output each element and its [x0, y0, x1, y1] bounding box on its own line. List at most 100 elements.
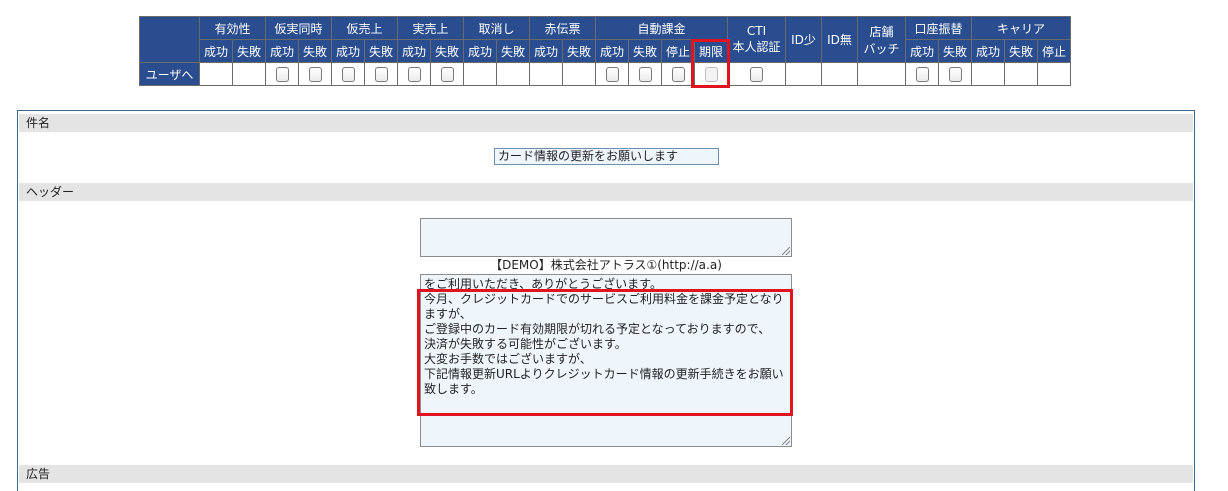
matrix-cell[interactable] [727, 62, 786, 86]
group-header: 店舗 バッチ [857, 16, 906, 63]
matrix-cell[interactable] [661, 62, 695, 86]
group-header: キャリア [971, 16, 1071, 40]
column-subheader: 期限 [694, 39, 728, 63]
mail-form: 件名 カード情報の更新をお願いします ヘッダー 【DEMO】株式会社アトラス①(… [17, 110, 1195, 491]
body-text: をご利用いただき、ありがとうございます。 今月、クレジットカードでのサービスご利用… [424, 277, 785, 397]
group-header: 仮売上 [331, 16, 398, 40]
matrix-cell[interactable] [430, 62, 464, 86]
matrix-cell[interactable] [628, 62, 662, 86]
matrix-corner [139, 16, 200, 63]
matrix-cell[interactable] [298, 62, 332, 86]
column-subheader: 失敗 [232, 39, 266, 63]
group-header-sublabel: バッチ [863, 41, 900, 56]
group-header: ID無 [821, 16, 858, 63]
matrix-cell [785, 62, 822, 86]
group-header: 口座振替 [905, 16, 972, 40]
notify-checkbox[interactable] [308, 66, 322, 82]
notify-checkbox[interactable] [915, 66, 929, 82]
row-label-user: ユーザへ [139, 62, 200, 86]
matrix-cell [1037, 62, 1071, 86]
matrix-cell [821, 62, 858, 86]
notify-checkbox[interactable] [407, 66, 421, 82]
group-header: 実売上 [397, 16, 464, 40]
group-header: 赤伝票 [529, 16, 596, 40]
column-subheader: 失敗 [430, 39, 464, 63]
body-line: ご登録中のカード有効期限が切れる予定となっておりますので、 [424, 322, 771, 336]
column-subheader: 成功 [971, 39, 1005, 63]
matrix-cell[interactable] [938, 62, 972, 86]
matrix-cell [496, 62, 530, 86]
group-header-label: 店舗 [869, 24, 894, 39]
body-line: 下記情報更新URLよりクレジットカード情報の更新手続きをお願い致します。 [424, 367, 784, 396]
notification-settings-table: 有効性 仮実同時 仮売上 実売上 取消し 赤伝票 自動課金 CTI 本人認証 ID少 ID無 店舗 バッ… [139, 16, 1071, 86]
body-line: 決済が失敗する可能性がございます。 [424, 337, 627, 351]
notify-checkbox[interactable] [704, 66, 718, 82]
subject-input[interactable]: カード情報の更新をお願いします [494, 148, 719, 165]
matrix-cell [232, 62, 266, 86]
body-line: をご利用いただき、ありがとうございます。 [424, 277, 662, 291]
matrix-cell[interactable] [364, 62, 398, 86]
group-header: 有効性 [199, 16, 266, 40]
notify-checkbox[interactable] [671, 66, 685, 82]
column-subheader: 成功 [331, 39, 365, 63]
matrix-cell[interactable] [694, 62, 728, 86]
column-subheader: 失敗 [496, 39, 530, 63]
column-subheader: 停止 [661, 39, 695, 63]
matrix-cell[interactable] [331, 62, 365, 86]
subject-section-label: 件名 [19, 114, 1193, 132]
matrix-cell[interactable] [595, 62, 629, 86]
group-header-label: CTI [746, 24, 767, 38]
notify-checkbox[interactable] [750, 66, 763, 82]
body-line: 大変お手数ではございますが、 [424, 352, 592, 366]
matrix-cell[interactable] [905, 62, 939, 86]
matrix-cell[interactable] [397, 62, 431, 86]
notify-checkbox[interactable] [341, 66, 355, 82]
column-subheader: 成功 [529, 39, 563, 63]
column-subheader: 失敗 [938, 39, 972, 63]
notification-matrix: 有効性 仮実同時 仮売上 実売上 取消し 赤伝票 自動課金 CTI 本人認証 ID少 ID無 店舗 バッ… [139, 16, 1071, 86]
notify-checkbox[interactable] [638, 66, 652, 82]
resize-grip-icon[interactable] [782, 247, 790, 255]
group-header: 取消し [463, 16, 530, 40]
sender-line: 【DEMO】株式会社アトラス①(http://a.a) [490, 258, 722, 272]
matrix-cell [529, 62, 563, 86]
notify-checkbox[interactable] [948, 66, 962, 82]
column-subheader: 成功 [265, 39, 299, 63]
body-line: 今月、クレジットカードでのサービスご利用料金を課金予定となりますが、 [424, 292, 784, 321]
group-header-label: ID無 [827, 33, 852, 47]
group-header-label: ID少 [791, 33, 816, 47]
column-subheader: 失敗 [364, 39, 398, 63]
matrix-cell[interactable] [265, 62, 299, 86]
ad-section-label: 広告 [19, 465, 1193, 483]
matrix-cell [1004, 62, 1038, 86]
notify-checkbox[interactable] [275, 66, 289, 82]
column-subheader: 失敗 [628, 39, 662, 63]
column-subheader: 停止 [1037, 39, 1071, 63]
column-subheader: 失敗 [1004, 39, 1038, 63]
column-subheader: 成功 [463, 39, 497, 63]
group-header: ID少 [785, 16, 822, 63]
notify-checkbox[interactable] [605, 66, 619, 82]
notify-checkbox[interactable] [440, 66, 454, 82]
matrix-cell [971, 62, 1005, 86]
matrix-cell [463, 62, 497, 86]
column-subheader: 成功 [199, 39, 233, 63]
column-subheader: 成功 [595, 39, 629, 63]
header-textarea[interactable] [420, 218, 792, 257]
column-subheader: 失敗 [562, 39, 596, 63]
header-section-label: ヘッダー [19, 183, 1193, 201]
body-textarea[interactable]: をご利用いただき、ありがとうございます。 今月、クレジットカードでのサービスご利用… [420, 274, 792, 447]
group-header: CTI 本人認証 [727, 16, 786, 63]
notify-checkbox[interactable] [374, 66, 388, 82]
column-subheader: 成功 [397, 39, 431, 63]
group-header: 自動課金 [595, 16, 728, 40]
matrix-cell [857, 62, 906, 86]
column-subheader: 失敗 [298, 39, 332, 63]
group-header-sublabel: 本人認証 [732, 40, 781, 54]
group-header: 仮実同時 [265, 16, 332, 40]
matrix-cell [199, 62, 233, 86]
subject-value: カード情報の更新をお願いします [498, 149, 679, 163]
resize-grip-icon[interactable] [782, 437, 790, 445]
matrix-cell [562, 62, 596, 86]
column-subheader: 成功 [905, 39, 939, 63]
